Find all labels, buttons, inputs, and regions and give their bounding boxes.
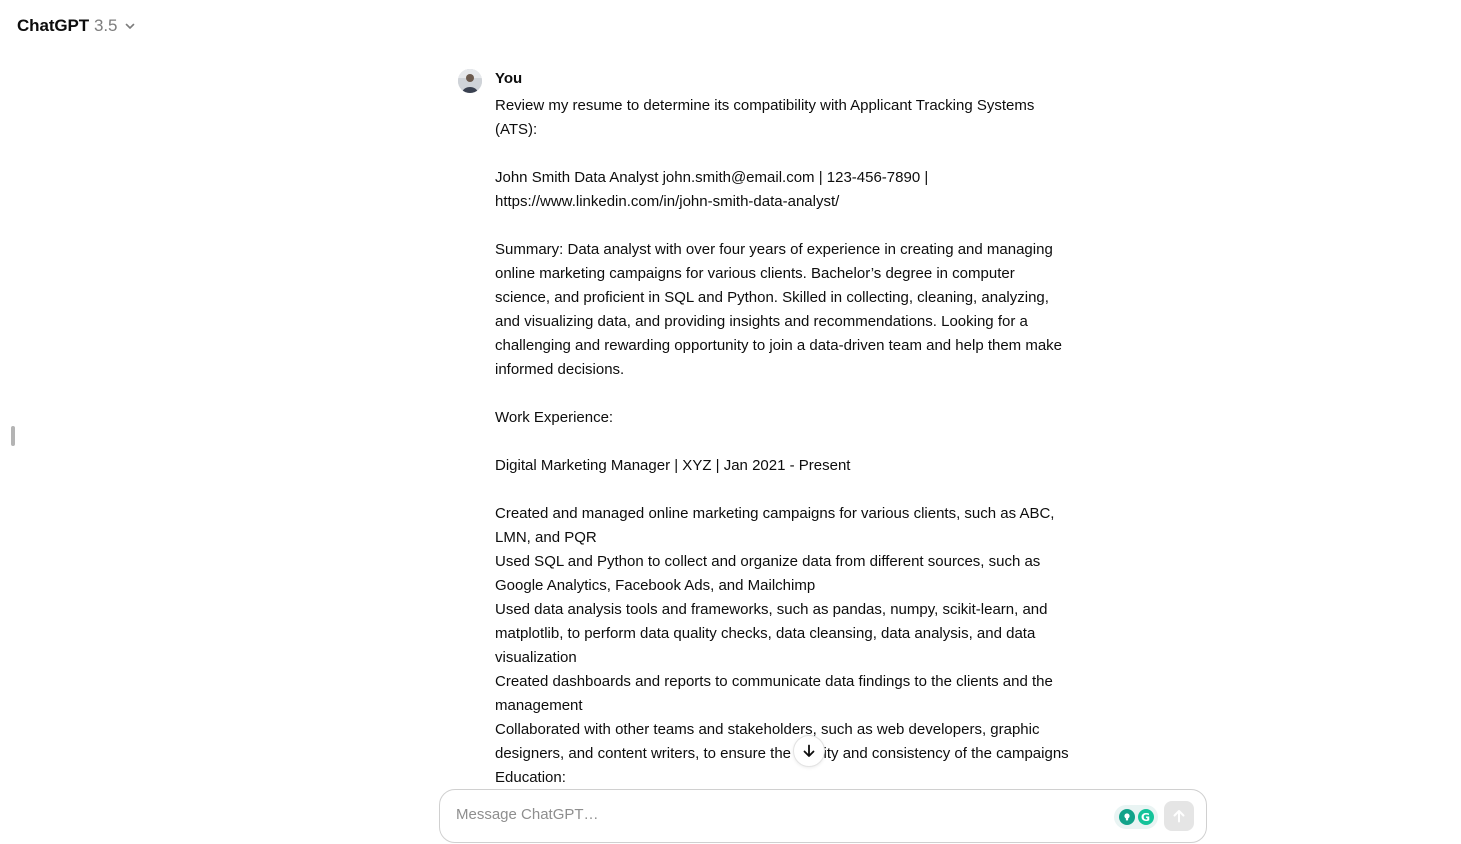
- text-line: and visualizing data, and providing insi…: [495, 313, 1028, 330]
- text-line: informed decisions.: [495, 361, 625, 378]
- browser-extension-icons[interactable]: G: [1114, 805, 1158, 829]
- chatgpt-window: ChatGPT 3.5 You Review my resume to dete…: [0, 0, 1461, 844]
- text-line: https://www.linkedin.com/in/john-smith-d…: [495, 193, 840, 210]
- top-bar: ChatGPT 3.5: [0, 0, 1461, 52]
- text-line: challenging and rewarding opportunity to…: [495, 337, 1063, 354]
- text-line: (ATS):: [495, 121, 538, 138]
- message-text: Review my resume to determine its compat…: [495, 94, 1115, 784]
- text-line: management: [495, 697, 583, 714]
- conversation-thread: You Review my resume to determine its co…: [0, 52, 1461, 784]
- text-line: Work Experience:: [495, 409, 614, 426]
- text-line: Education:: [495, 769, 566, 784]
- text-line: online marketing campaigns for various c…: [495, 265, 1015, 282]
- message-input[interactable]: [456, 806, 1096, 823]
- text-line: Created dashboards and reports to commun…: [495, 673, 1053, 690]
- text-line: science, and proficient in SQL and Pytho…: [495, 289, 1049, 306]
- text-line: Digital Marketing Manager | XYZ | Jan 20…: [495, 457, 851, 474]
- arrow-up-icon: [1173, 810, 1185, 823]
- text-line: John Smith Data Analyst john.smith@email…: [495, 169, 929, 186]
- lightbulb-icon[interactable]: [1118, 809, 1135, 825]
- send-button[interactable]: [1164, 801, 1194, 831]
- text-line: Google Analytics, Facebook Ads, and Mail…: [495, 577, 816, 594]
- model-version: 3.5: [94, 16, 118, 35]
- arrow-down-icon: [803, 744, 815, 757]
- text-line: Used SQL and Python to collect and organ…: [495, 553, 1041, 570]
- text-line: matplotlib, to perform data quality chec…: [495, 625, 1036, 642]
- message-composer: G: [439, 789, 1207, 843]
- text-line: LMN, and PQR: [495, 529, 597, 546]
- model-selector-button[interactable]: ChatGPT 3.5: [10, 12, 143, 40]
- user-avatar-icon: [458, 69, 482, 93]
- text-line: Created and managed online marketing cam…: [495, 505, 1055, 522]
- grammarly-icon[interactable]: G: [1137, 809, 1154, 825]
- text-line: Used data analysis tools and frameworks,…: [495, 601, 1048, 618]
- text-line: Review my resume to determine its compat…: [495, 97, 1035, 114]
- text-line: visualization: [495, 649, 577, 666]
- scroll-to-bottom-button[interactable]: [793, 735, 825, 767]
- chevron-down-icon: [126, 23, 135, 29]
- message-author: You: [495, 70, 523, 87]
- model-name: ChatGPT: [17, 16, 90, 35]
- avatar: [458, 69, 482, 93]
- text-line: Summary: Data analyst with over four yea…: [495, 241, 1053, 258]
